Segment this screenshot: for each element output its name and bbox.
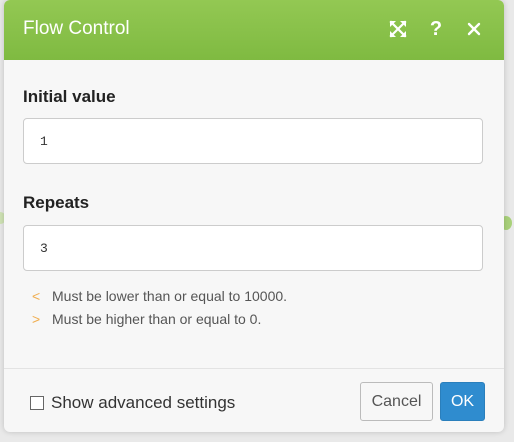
dialog-header: Flow Control ?	[4, 0, 504, 60]
validation-hint: > Must be higher than or equal to 0.	[32, 311, 261, 327]
help-icon[interactable]: ?	[424, 16, 448, 42]
repeats-input[interactable]	[23, 225, 483, 271]
close-icon[interactable]	[462, 16, 486, 42]
advanced-settings-label: Show advanced settings	[51, 393, 236, 412]
repeats-label: Repeats	[23, 193, 90, 212]
footer-divider	[4, 368, 504, 369]
advanced-settings-checkbox[interactable]	[30, 396, 44, 410]
ok-button[interactable]: OK	[440, 382, 485, 421]
dialog-title: Flow Control	[23, 18, 130, 39]
chevron-right-icon: >	[32, 311, 41, 327]
validation-hint-text: Must be higher than or equal to 0.	[52, 311, 262, 327]
flow-control-dialog: Flow Control ? Initial value 1 Repeats 3…	[4, 0, 504, 432]
cancel-button[interactable]: Cancel	[360, 382, 433, 421]
initial-value-label: Initial value	[23, 87, 116, 106]
show-advanced-settings-toggle[interactable]: Show advanced settings	[30, 393, 235, 413]
validation-hint-text: Must be lower than or equal to 10000.	[52, 288, 288, 304]
help-icon-glyph: ?	[429, 17, 443, 40]
initial-value-input[interactable]	[23, 118, 483, 164]
chevron-left-icon: <	[32, 288, 41, 304]
validation-hint: < Must be lower than or equal to 10000.	[32, 288, 287, 304]
fullscreen-icon[interactable]	[386, 16, 410, 42]
